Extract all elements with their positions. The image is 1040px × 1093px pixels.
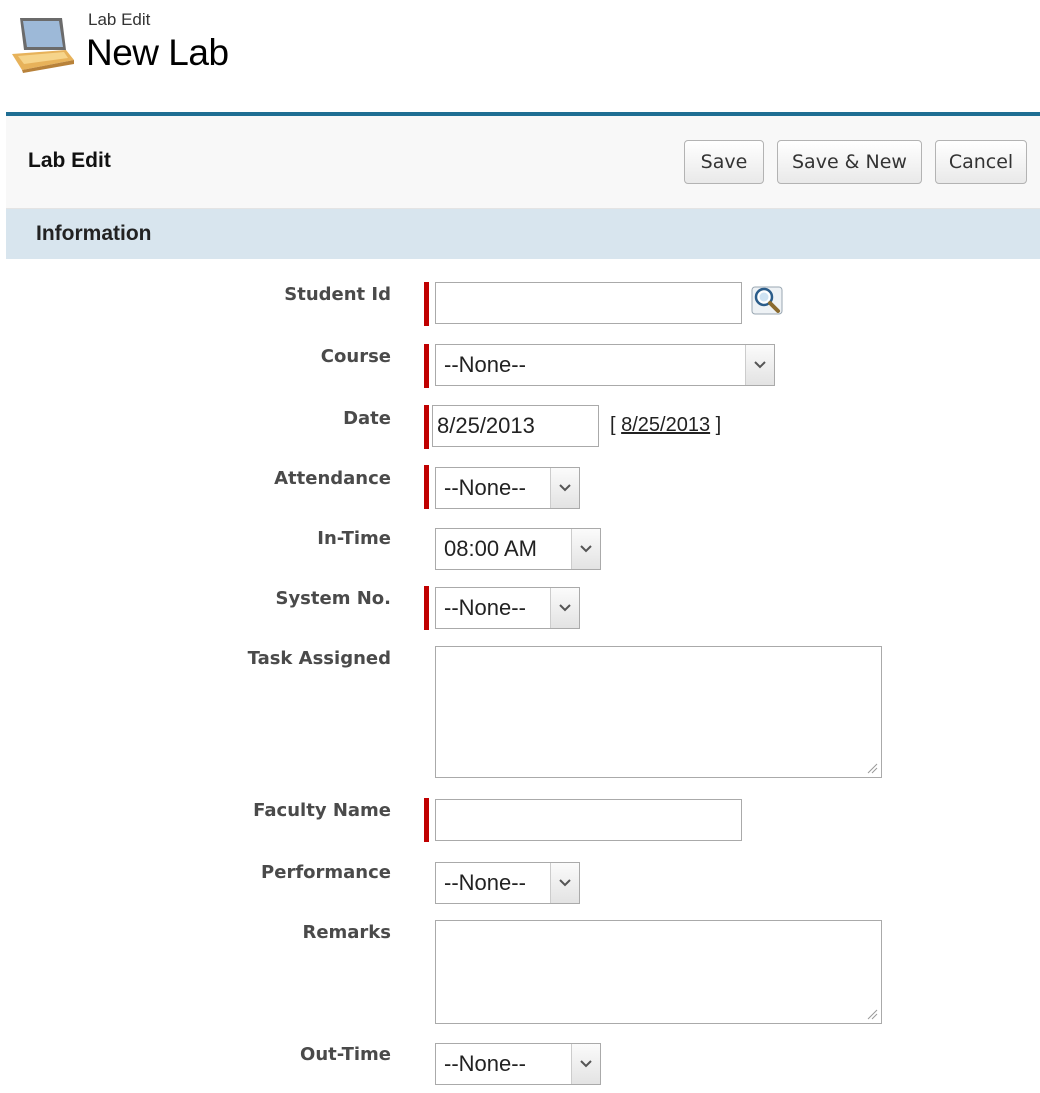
section-title: Information (36, 222, 152, 245)
cancel-button[interactable]: Cancel (935, 140, 1027, 184)
button-bar: Lab Edit Save Save & New Cancel (6, 116, 1040, 209)
performance-label: Performance (261, 862, 391, 883)
today-date-link[interactable]: 8/25/2013 (621, 414, 710, 436)
save-and-new-button[interactable]: Save & New (777, 140, 922, 184)
required-indicator (424, 798, 429, 842)
course-label: Course (320, 346, 391, 367)
faculty-name-input[interactable] (435, 799, 742, 841)
chevron-down-icon (550, 588, 579, 628)
chevron-down-icon (550, 863, 579, 903)
bracket-open: [ (610, 414, 616, 436)
system-no-label: System No. (275, 588, 391, 609)
in-time-select-value: 08:00 AM (444, 536, 537, 561)
course-select[interactable]: --None-- (435, 344, 775, 386)
task-assigned-textarea[interactable] (435, 646, 882, 778)
today-date-link-wrapper: [ 8/25/2013 ] (610, 414, 721, 437)
out-time-select[interactable]: --None-- (435, 1043, 601, 1085)
attendance-select-value: --None-- (444, 475, 526, 500)
remarks-label: Remarks (302, 922, 391, 943)
course-select-value: --None-- (444, 352, 526, 377)
required-indicator (424, 465, 429, 509)
task-assigned-label: Task Assigned (247, 648, 391, 669)
edit-block-title: Lab Edit (28, 149, 111, 172)
date-label: Date (343, 408, 391, 429)
attendance-select[interactable]: --None-- (435, 467, 580, 509)
chevron-down-icon (550, 468, 579, 508)
chevron-down-icon (571, 529, 600, 569)
attendance-label: Attendance (274, 468, 391, 489)
chevron-down-icon (571, 1044, 600, 1084)
laptop-icon (12, 18, 74, 73)
save-button[interactable]: Save (684, 140, 764, 184)
section-header: Information (6, 209, 1040, 259)
performance-select-value: --None-- (444, 870, 526, 895)
page-subtitle: Lab Edit (88, 10, 151, 29)
system-no-select[interactable]: --None-- (435, 587, 580, 629)
required-indicator (424, 586, 429, 630)
out-time-select-value: --None-- (444, 1051, 526, 1076)
resize-grip-icon[interactable] (866, 1008, 878, 1020)
required-indicator (424, 282, 429, 326)
performance-select[interactable]: --None-- (435, 862, 580, 904)
out-time-label: Out-Time (300, 1044, 391, 1065)
in-time-select[interactable]: 08:00 AM (435, 528, 601, 570)
faculty-name-label: Faculty Name (253, 800, 391, 821)
resize-grip-icon[interactable] (866, 762, 878, 774)
required-indicator (424, 344, 429, 388)
student-id-label: Student Id (284, 284, 391, 305)
bracket-close: ] (715, 414, 722, 436)
in-time-label: In-Time (317, 528, 391, 549)
lookup-magnifier-icon[interactable] (750, 284, 784, 316)
required-indicator (424, 405, 429, 449)
date-input[interactable]: 8/25/2013 (432, 405, 599, 447)
system-no-select-value: --None-- (444, 595, 526, 620)
chevron-down-icon (745, 345, 774, 385)
student-id-input[interactable] (435, 282, 742, 324)
remarks-textarea[interactable] (435, 920, 882, 1024)
page-title: New Lab (86, 32, 229, 73)
